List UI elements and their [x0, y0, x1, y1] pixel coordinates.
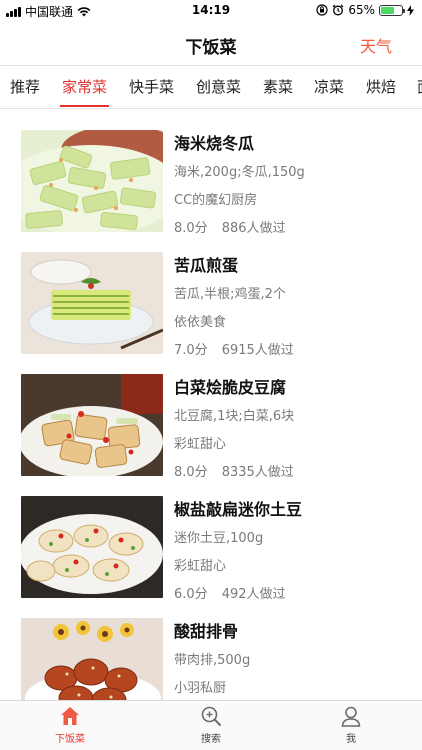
- recipe-ingredients: 苦瓜,半根;鸡蛋,2个: [174, 287, 286, 302]
- status-right: 65%: [316, 3, 414, 17]
- recipe-ingredients: 北豆腐,1块;白菜,6块: [174, 409, 295, 424]
- battery-icon: [379, 4, 405, 16]
- recipe-image: [21, 252, 163, 354]
- recipe-item[interactable]: 苦瓜煎蛋 苦瓜,半根;鸡蛋,2个 依依美食 7.0分 6915人做过: [0, 240, 422, 358]
- recipe-score: 8.0分: [174, 221, 208, 236]
- category-tabs: 推荐 家常菜 快手菜 创意菜 素菜 凉菜 烘焙 面: [0, 67, 422, 109]
- search-icon: [201, 706, 222, 727]
- home-icon: [61, 707, 79, 725]
- tab-vegetarian[interactable]: 素菜: [263, 67, 293, 108]
- recipe-author: 依依美食: [174, 315, 227, 330]
- recipe-score: 8.0分: [174, 465, 208, 480]
- tabbar-search-label: 搜索: [201, 734, 221, 745]
- alarm-icon: [332, 4, 344, 16]
- navigation-bar: 下饭菜 天气: [0, 22, 422, 66]
- tab-noodles[interactable]: 面: [417, 67, 422, 108]
- tab-baking[interactable]: 烘焙: [366, 67, 396, 108]
- recipe-ingredients: 海米,200g;冬瓜,150g: [174, 165, 305, 180]
- bottom-tab-bar: 下饭菜 搜索 我: [0, 700, 422, 750]
- battery-percent: 65%: [348, 3, 375, 17]
- recipe-made-count: 492人做过: [221, 587, 286, 602]
- recipe-title: 白菜烩脆皮豆腐: [174, 378, 287, 397]
- tab-recommend[interactable]: 推荐: [10, 67, 40, 108]
- orientation-lock-icon: [316, 4, 328, 16]
- recipe-stats: 6.0分 492人做过: [174, 583, 286, 602]
- recipe-title: 苦瓜煎蛋: [174, 256, 239, 275]
- recipe-author: CC的魔幻厨房: [174, 193, 258, 208]
- charging-icon: [407, 4, 414, 16]
- recipe-author: 彩虹甜心: [174, 437, 227, 452]
- recipe-made-count: 886人做过: [221, 221, 286, 236]
- recipe-made-count: 8335人做过: [221, 465, 294, 480]
- recipe-item[interactable]: 白菜烩脆皮豆腐 北豆腐,1块;白菜,6块 彩虹甜心 8.0分 8335人做过: [0, 362, 422, 480]
- tab-home-cooking[interactable]: 家常菜: [59, 67, 110, 108]
- recipe-image: [21, 130, 163, 232]
- tabbar-profile[interactable]: 我: [311, 705, 391, 745]
- page-title: 下饭菜: [185, 38, 237, 58]
- status-bar: 中国联通 14:19 65%: [0, 0, 422, 22]
- recipe-image: [21, 618, 163, 700]
- recipe-made-count: 6915人做过: [221, 343, 294, 358]
- battery-fill: [381, 6, 394, 14]
- recipe-stats: 8.0分 8335人做过: [174, 461, 294, 480]
- recipe-ingredients: 迷你土豆,100g: [174, 531, 264, 546]
- recipe-stats: 7.0分 6915人做过: [174, 339, 294, 358]
- recipe-image: [21, 374, 163, 476]
- recipe-list: 海米烧冬瓜 海米,200g;冬瓜,150g CC的魔幻厨房 8.0分 886人做过: [0, 118, 422, 700]
- tab-cold-dish[interactable]: 凉菜: [314, 67, 344, 108]
- recipe-author: 小羽私厨: [174, 681, 227, 696]
- profile-icon: [341, 706, 361, 727]
- recipe-title: 海米烧冬瓜: [174, 134, 255, 153]
- tabbar-home[interactable]: 下饭菜: [30, 705, 110, 745]
- tabbar-search[interactable]: 搜索: [171, 705, 251, 745]
- recipe-item[interactable]: 海米烧冬瓜 海米,200g;冬瓜,150g CC的魔幻厨房 8.0分 886人做过: [0, 118, 422, 236]
- tab-creative[interactable]: 创意菜: [196, 67, 241, 108]
- recipe-title: 椒盐敲扁迷你土豆: [174, 500, 303, 519]
- recipe-item[interactable]: 酸甜排骨 带肉排,500g 小羽私厨: [0, 606, 422, 700]
- recipe-stats: 8.0分 886人做过: [174, 217, 286, 236]
- tab-quick[interactable]: 快手菜: [129, 67, 174, 108]
- recipe-score: 6.0分: [174, 587, 208, 602]
- tabbar-home-label: 下饭菜: [55, 734, 85, 745]
- weather-button[interactable]: 天气: [360, 33, 392, 57]
- recipe-item[interactable]: 椒盐敲扁迷你土豆 迷你土豆,100g 彩虹甜心 6.0分 492人做过: [0, 484, 422, 602]
- recipe-title: 酸甜排骨: [174, 622, 239, 641]
- recipe-image: [21, 496, 163, 598]
- tabbar-profile-label: 我: [346, 734, 356, 745]
- recipe-author: 彩虹甜心: [174, 559, 227, 574]
- recipe-score: 7.0分: [174, 343, 208, 358]
- recipe-ingredients: 带肉排,500g: [174, 653, 251, 668]
